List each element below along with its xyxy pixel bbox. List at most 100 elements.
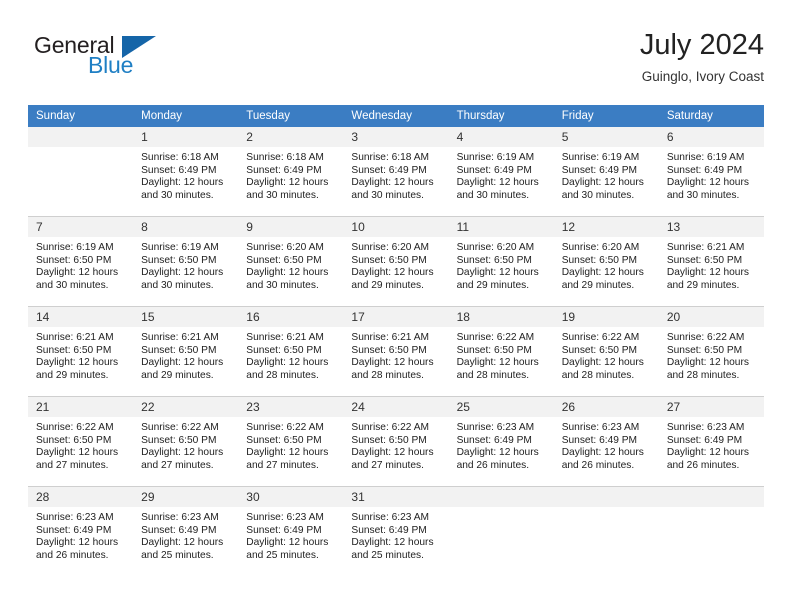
calendar-day-cell[interactable]: 21 Sunrise: 6:22 AM Sunset: 6:50 PM Dayligh…: [28, 396, 134, 487]
calendar-day-cell[interactable]: 25 Sunrise: 6:23 AM Sunset: 6:49 PM Dayligh…: [448, 396, 554, 487]
daylight-text: Daylight: 12 hours: [246, 447, 329, 459]
day-number: 6: [658, 127, 764, 147]
calendar-day-cell[interactable]: 29 Sunrise: 6:23 AM Sunset: 6:49 PM Dayligh…: [133, 486, 239, 576]
sunset-text: Sunset: 6:50 PM: [246, 254, 322, 266]
calendar-day-cell[interactable]: 24 Sunrise: 6:22 AM Sunset: 6:50 PM Dayligh…: [343, 396, 449, 487]
calendar-day-cell[interactable]: 17 Sunrise: 6:21 AM Sunset: 6:50 PM Dayligh…: [343, 306, 449, 397]
day-details: Sunrise: 6:20 AM Sunset: 6:50 PM Daylight:…: [449, 237, 554, 292]
day-number: 3: [343, 127, 449, 147]
calendar-day-cell[interactable]: 4 Sunrise: 6:19 AM Sunset: 6:49 PM Daylight…: [448, 127, 554, 217]
day-details: Sunrise: 6:22 AM Sunset: 6:50 PM Daylight:…: [343, 417, 448, 472]
day-details: Sunrise: 6:18 AM Sunset: 6:49 PM Daylight:…: [343, 147, 448, 202]
sunset-text: Sunset: 6:49 PM: [141, 164, 217, 176]
sunset-text: Sunset: 6:49 PM: [246, 524, 322, 536]
daylight-text: Daylight: 12 hours: [141, 267, 224, 279]
sunrise-text: Sunrise: 6:21 AM: [351, 332, 430, 343]
day-details: [659, 507, 764, 512]
sunrise-text: Sunrise: 6:22 AM: [246, 422, 324, 433]
day-number: 17: [343, 307, 449, 327]
sunset-text: Sunset: 6:50 PM: [141, 254, 217, 266]
calendar-day-cell[interactable]: 2 Sunrise: 6:18 AM Sunset: 6:49 PM Daylight…: [238, 127, 344, 217]
daylight-text: Daylight: 12 hours: [456, 267, 539, 279]
day-details: Sunrise: 6:18 AM Sunset: 6:49 PM Daylight:…: [133, 147, 238, 202]
calendar-day-cell[interactable]: 14 Sunrise: 6:21 AM Sunset: 6:50 PM Dayligh…: [28, 306, 134, 397]
calendar-day-cell[interactable]: 5 Sunrise: 6:19 AM Sunset: 6:49 PM Daylight…: [553, 127, 659, 217]
day-number: 10: [343, 217, 449, 237]
calendar-day-cell[interactable]: 3 Sunrise: 6:18 AM Sunset: 6:49 PM Daylight…: [343, 127, 449, 217]
calendar-day-cell[interactable]: 30 Sunrise: 6:23 AM Sunset: 6:49 PM Dayligh…: [238, 486, 344, 576]
day-details: Sunrise: 6:22 AM Sunset: 6:50 PM Daylight:…: [659, 327, 764, 382]
calendar-day-cell[interactable]: 7 Sunrise: 6:19 AM Sunset: 6:50 PM Daylight…: [28, 216, 134, 307]
day-number: 24: [343, 397, 449, 417]
brand-logo-blue-text: Blue: [88, 52, 134, 78]
sunset-text: Sunset: 6:50 PM: [456, 254, 532, 266]
day-number: 16: [238, 307, 344, 327]
daylight-text: Daylight: 12 hours: [561, 177, 644, 189]
sunrise-text: Sunrise: 6:19 AM: [666, 152, 745, 163]
weekday-header: Sunday Monday Tuesday Wednesday Thursday Frid…: [28, 105, 764, 127]
day-details: Sunrise: 6:19 AM Sunset: 6:50 PM Daylight:…: [133, 237, 238, 292]
daylight-text-cont: and 26 minutes.: [666, 459, 740, 471]
day-number: 29: [133, 487, 239, 507]
brand-logo[interactable]: General Blue: [28, 32, 258, 88]
daylight-text: Daylight: 12 hours: [351, 267, 434, 279]
daylight-text: Daylight: 12 hours: [666, 177, 749, 189]
daylight-text: Daylight: 12 hours: [456, 357, 539, 369]
calendar-grid: Sunday Monday Tuesday Wednesday Thursday Frid…: [28, 105, 764, 576]
weekday-header-monday: Monday: [133, 105, 239, 127]
daylight-text-cont: and 29 minutes.: [456, 279, 530, 291]
day-details: Sunrise: 6:23 AM Sunset: 6:49 PM Daylight:…: [449, 417, 554, 472]
calendar-day-cell[interactable]: 18 Sunrise: 6:22 AM Sunset: 6:50 PM Dayligh…: [448, 306, 554, 397]
daylight-text-cont: and 30 minutes.: [141, 189, 214, 201]
sunset-text: Sunset: 6:49 PM: [246, 164, 322, 176]
calendar-day-cell[interactable]: 15 Sunrise: 6:21 AM Sunset: 6:50 PM Dayligh…: [133, 306, 239, 397]
day-number: 9: [238, 217, 344, 237]
daylight-text-cont: and 30 minutes.: [36, 279, 109, 291]
sunrise-text: Sunrise: 6:19 AM: [36, 242, 114, 253]
calendar-day-cell[interactable]: 31 Sunrise: 6:23 AM Sunset: 6:49 PM Dayligh…: [343, 486, 449, 576]
calendar-day-cell[interactable]: 6 Sunrise: 6:19 AM Sunset: 6:49 PM Daylight…: [658, 127, 764, 217]
calendar-day-cell[interactable]: 12 Sunrise: 6:20 AM Sunset: 6:50 PM Dayligh…: [553, 216, 659, 307]
day-number: 31: [343, 487, 449, 507]
calendar-week-row: 1 Sunrise: 6:18 AM Sunset: 6:49 PM Daylight…: [28, 127, 764, 217]
calendar-day-cell[interactable]: 23 Sunrise: 6:22 AM Sunset: 6:50 PM Dayligh…: [238, 396, 344, 487]
calendar-day-cell-empty: [553, 486, 659, 576]
calendar-day-cell[interactable]: 22 Sunrise: 6:22 AM Sunset: 6:50 PM Dayligh…: [133, 396, 239, 487]
calendar-day-cell[interactable]: 28 Sunrise: 6:23 AM Sunset: 6:49 PM Dayligh…: [28, 486, 134, 576]
day-details: Sunrise: 6:21 AM Sunset: 6:50 PM Daylight:…: [133, 327, 238, 382]
daylight-text: Daylight: 12 hours: [36, 357, 119, 369]
day-details: Sunrise: 6:20 AM Sunset: 6:50 PM Daylight:…: [554, 237, 659, 292]
sunrise-text: Sunrise: 6:23 AM: [666, 422, 745, 433]
daylight-text: Daylight: 12 hours: [351, 447, 434, 459]
day-details: Sunrise: 6:22 AM Sunset: 6:50 PM Daylight:…: [238, 417, 343, 472]
day-number: 12: [553, 217, 659, 237]
daylight-text-cont: and 29 minutes.: [141, 369, 214, 381]
daylight-text-cont: and 30 minutes.: [246, 189, 319, 201]
calendar-day-cell[interactable]: 20 Sunrise: 6:22 AM Sunset: 6:50 PM Dayligh…: [658, 306, 764, 397]
daylight-text-cont: and 29 minutes.: [36, 369, 109, 381]
day-number: 23: [238, 397, 344, 417]
day-number: 19: [553, 307, 659, 327]
calendar-day-cell[interactable]: 1 Sunrise: 6:18 AM Sunset: 6:49 PM Daylight…: [133, 127, 239, 217]
calendar-day-cell[interactable]: 27 Sunrise: 6:23 AM Sunset: 6:49 PM Dayligh…: [658, 396, 764, 487]
page-title: July 2024: [639, 29, 764, 61]
day-number: 27: [658, 397, 764, 417]
calendar-day-cell[interactable]: 16 Sunrise: 6:21 AM Sunset: 6:50 PM Dayligh…: [238, 306, 344, 397]
daylight-text-cont: and 30 minutes.: [666, 189, 740, 201]
calendar-day-cell[interactable]: 13 Sunrise: 6:21 AM Sunset: 6:50 PM Dayligh…: [658, 216, 764, 307]
day-details: Sunrise: 6:23 AM Sunset: 6:49 PM Daylight:…: [133, 507, 238, 562]
day-number: 8: [133, 217, 239, 237]
daylight-text-cont: and 25 minutes.: [351, 549, 424, 561]
calendar-day-cell[interactable]: 10 Sunrise: 6:20 AM Sunset: 6:50 PM Dayligh…: [343, 216, 449, 307]
sunrise-text: Sunrise: 6:23 AM: [246, 512, 324, 523]
calendar-day-cell[interactable]: 11 Sunrise: 6:20 AM Sunset: 6:50 PM Dayligh…: [448, 216, 554, 307]
calendar-day-cell[interactable]: 19 Sunrise: 6:22 AM Sunset: 6:50 PM Dayligh…: [553, 306, 659, 397]
sunset-text: Sunset: 6:49 PM: [351, 524, 427, 536]
day-number: 4: [448, 127, 554, 147]
calendar-day-cell[interactable]: 9 Sunrise: 6:20 AM Sunset: 6:50 PM Daylight…: [238, 216, 344, 307]
daylight-text: Daylight: 12 hours: [141, 447, 224, 459]
daylight-text: Daylight: 12 hours: [246, 267, 329, 279]
daylight-text: Daylight: 12 hours: [141, 177, 224, 189]
calendar-day-cell[interactable]: 26 Sunrise: 6:23 AM Sunset: 6:49 PM Dayligh…: [553, 396, 659, 487]
calendar-day-cell[interactable]: 8 Sunrise: 6:19 AM Sunset: 6:50 PM Daylight…: [133, 216, 239, 307]
